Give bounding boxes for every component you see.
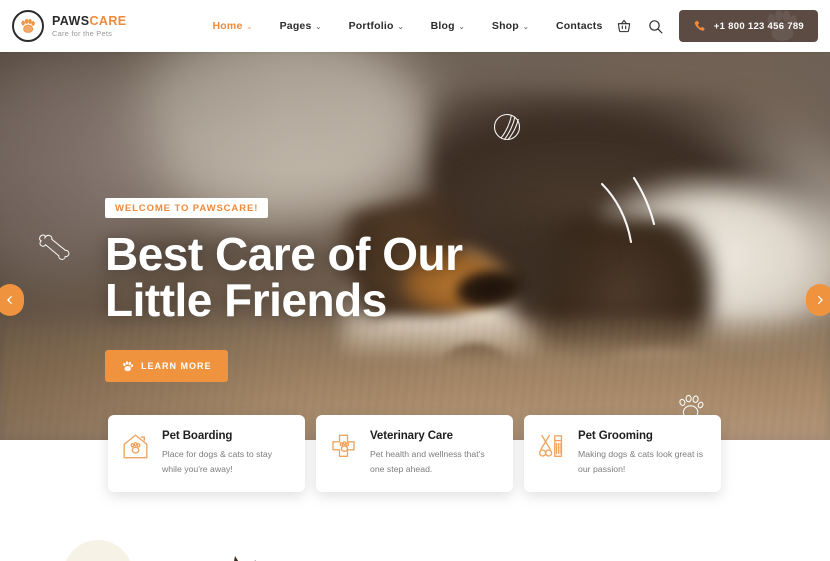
- nav-label: Home: [212, 20, 243, 32]
- cat-ears-preview: [234, 556, 256, 561]
- phone-button[interactable]: +1 800 123 456 789: [678, 10, 818, 42]
- nav-item-home[interactable]: Home ⌄: [213, 20, 253, 32]
- hero-headline-line1: Best Care of Our: [105, 228, 463, 280]
- nav-label: Portfolio: [348, 20, 394, 32]
- service-cards: Pet Boarding Place for dogs & cats to st…: [108, 415, 722, 493]
- service-title: Pet Grooming: [578, 430, 653, 442]
- chevron-right-icon: [818, 296, 823, 304]
- nav-label: Blog: [430, 20, 455, 32]
- service-title: Pet Boarding: [162, 430, 233, 442]
- landing-page: PAWSCARE Care for the Pets Home ⌄ Pages …: [0, 0, 830, 561]
- card-body: Veterinary Care Pet health and wellness …: [370, 430, 499, 477]
- nav-item-blog[interactable]: Blog ⌄: [431, 20, 465, 32]
- service-desc: Place for dogs & cats to stay while you'…: [162, 449, 273, 475]
- site-header: PAWSCARE Care for the Pets Home ⌄ Pages …: [0, 0, 830, 52]
- chevron-down-icon: ⌄: [246, 24, 253, 31]
- service-card-pet-grooming[interactable]: Pet Grooming Making dogs & cats look gre…: [524, 415, 721, 493]
- nav-label: Pages: [279, 20, 312, 32]
- slider-prev-button[interactable]: [0, 284, 24, 316]
- nav-item-contacts[interactable]: Contacts: [556, 20, 603, 32]
- logo-text: PAWSCARE Care for the Pets: [52, 13, 127, 38]
- chevron-down-icon: ⌄: [315, 24, 322, 31]
- hero-slider: WELCOME TO PAWSCARE! Best Care of Our Li…: [0, 52, 830, 440]
- chevron-down-icon: ⌄: [522, 24, 529, 31]
- service-card-veterinary-care[interactable]: Veterinary Care Pet health and wellness …: [316, 415, 513, 493]
- nav-item-pages[interactable]: Pages ⌄: [280, 20, 322, 32]
- service-title: Veterinary Care: [370, 430, 453, 442]
- learn-more-button[interactable]: LEARN MORE: [105, 350, 228, 383]
- header-actions: +1 800 123 456 789: [615, 10, 818, 42]
- phone-icon: [693, 19, 707, 33]
- service-card-pet-boarding[interactable]: Pet Boarding Place for dogs & cats to st…: [108, 415, 305, 493]
- paw-icon: [121, 360, 134, 373]
- decorative-circle: [63, 540, 133, 561]
- bone-outline-left-icon: [39, 234, 70, 260]
- nav-item-shop[interactable]: Shop ⌄: [492, 20, 529, 32]
- chevron-left-icon: [7, 296, 12, 304]
- logo-name-dark: PAWS: [52, 13, 90, 28]
- chevron-down-icon: ⌄: [458, 24, 465, 31]
- nav-label: Shop: [491, 20, 519, 32]
- scissors-comb-icon: [537, 430, 567, 477]
- slider-next-button[interactable]: [806, 284, 830, 316]
- learn-more-label: LEARN MORE: [141, 361, 212, 372]
- chevron-down-icon: ⌄: [397, 24, 404, 31]
- phone-number: +1 800 123 456 789: [713, 20, 804, 32]
- hero-headline: Best Care of Our Little Friends: [105, 228, 463, 326]
- nav-item-portfolio[interactable]: Portfolio ⌄: [349, 20, 404, 32]
- shopping-basket-icon[interactable]: [615, 17, 633, 35]
- search-icon[interactable]: [647, 17, 665, 35]
- hero-badge: WELCOME TO PAWSCARE!: [105, 198, 269, 218]
- house-paw-icon: [121, 430, 151, 477]
- nav-label: Contacts: [555, 20, 603, 32]
- logo-name-accent: CARE: [89, 13, 127, 28]
- logo[interactable]: PAWSCARE Care for the Pets: [12, 10, 127, 42]
- ball-outline-icon: [493, 113, 521, 141]
- logo-title: PAWSCARE: [52, 13, 127, 28]
- hero-headline-line2: Little Friends: [105, 273, 387, 326]
- logo-tagline: Care for the Pets: [52, 28, 113, 38]
- main-navigation: Home ⌄ Pages ⌄ Portfolio ⌄ Blog ⌄ Shop ⌄…: [213, 20, 603, 32]
- service-desc: Pet health and wellness that's one step …: [370, 449, 485, 475]
- service-desc: Making dogs & cats look great is our pas…: [578, 449, 704, 475]
- whisker-lines-icon: [600, 176, 656, 244]
- card-body: Pet Boarding Place for dogs & cats to st…: [162, 430, 291, 477]
- card-body: Pet Grooming Making dogs & cats look gre…: [578, 430, 707, 477]
- paw-circle-logo-icon: [12, 10, 44, 42]
- hero-content: WELCOME TO PAWSCARE! Best Care of Our Li…: [105, 198, 463, 383]
- medical-cross-paw-icon: [329, 430, 359, 477]
